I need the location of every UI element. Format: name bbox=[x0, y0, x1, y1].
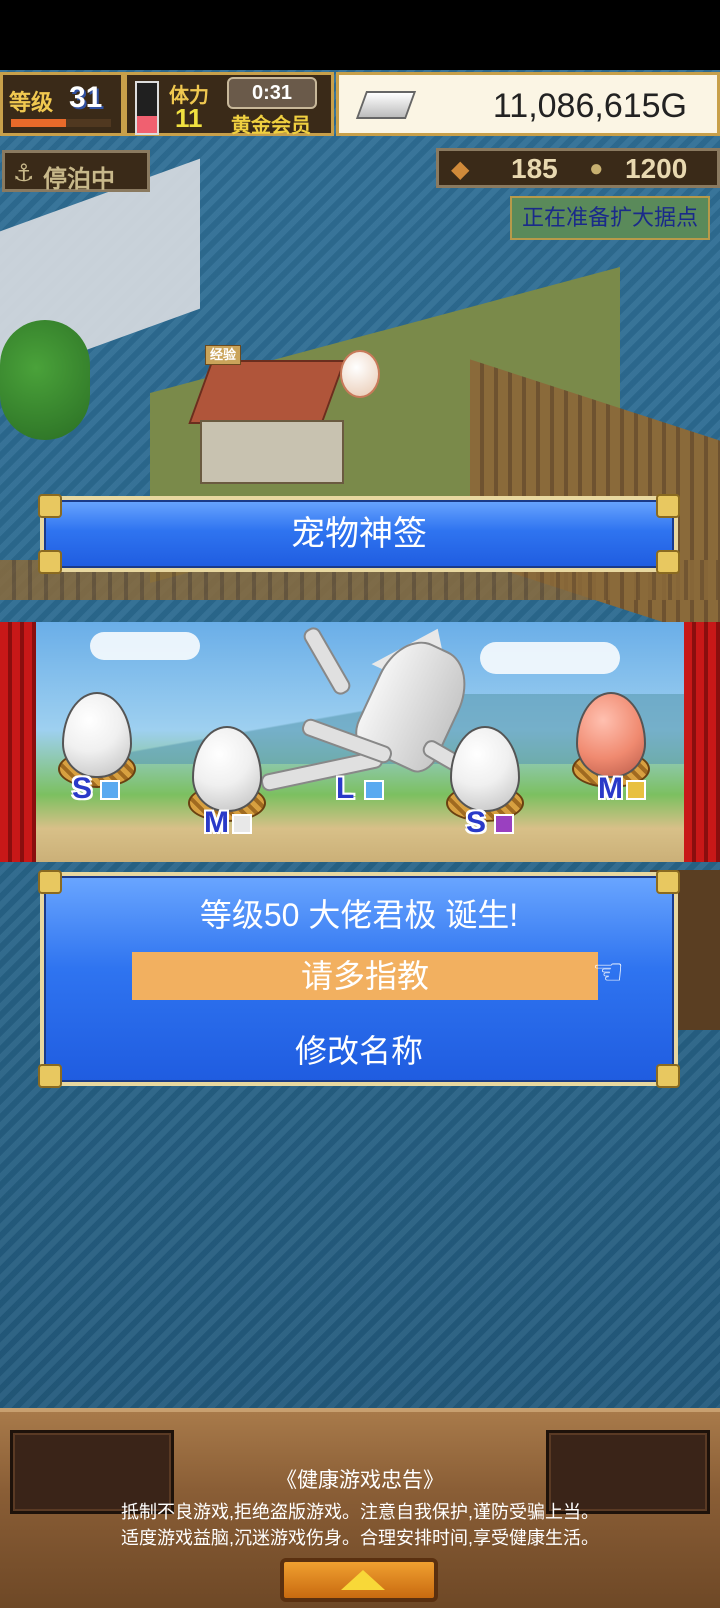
money-value: 11,086,615G bbox=[492, 87, 687, 125]
expand-base-notice[interactable]: 正在准备扩大据点 bbox=[510, 196, 710, 240]
house[interactable] bbox=[200, 420, 344, 484]
anchor-icon: ⚓ bbox=[13, 160, 35, 187]
squid-tentacle bbox=[300, 624, 354, 698]
level-exp-bar bbox=[11, 119, 111, 127]
stamina-value: 11 bbox=[175, 103, 203, 133]
pet-scene: S M L S M bbox=[0, 609, 720, 862]
egg-type-icon bbox=[232, 814, 252, 834]
pointing-hand-icon: ☜ bbox=[592, 951, 625, 992]
moored-status[interactable]: ⚓ 停泊中 bbox=[2, 150, 150, 193]
menu-expand-button[interactable] bbox=[280, 1558, 438, 1602]
level-value: 31 bbox=[69, 81, 103, 114]
membership-badge: 黄金会员 bbox=[231, 115, 311, 137]
health-advisory-line-2: 适度游戏益脑,沉迷游戏伤身。合理安排时间,享受健康生活。 bbox=[121, 1528, 599, 1548]
coin-icon: ● bbox=[589, 155, 604, 182]
egg-size-label: S bbox=[466, 806, 487, 839]
cloud bbox=[90, 632, 200, 660]
egg-size-label: S bbox=[72, 772, 93, 805]
level-exp-fill bbox=[11, 119, 66, 127]
egg-type-icon bbox=[626, 780, 646, 800]
house-roof[interactable] bbox=[188, 360, 346, 424]
tree bbox=[0, 320, 90, 440]
food-icon: ◆ bbox=[451, 156, 470, 183]
stamina-panel: 体力 11 0:31 黄金会员 bbox=[124, 72, 334, 137]
stamina-timer: 0:31 bbox=[227, 77, 317, 109]
stamina-gauge-fill bbox=[137, 115, 157, 133]
egg-type-icon bbox=[100, 780, 120, 800]
level-panel: 等级 31 bbox=[0, 72, 124, 136]
resource-bar: ◆ 185 ● 1200 bbox=[436, 148, 720, 188]
health-advisory-title: 《健康游戏忠告》 bbox=[276, 1469, 444, 1492]
level-label: 等级 bbox=[9, 90, 54, 115]
egg-size-label: L bbox=[336, 772, 355, 805]
health-advisory-line-1: 抵制不良游戏,拒绝盗版游戏。注意自我保护,谨防受骗上当。 bbox=[121, 1502, 599, 1522]
result-message: 等级50 大佬君极 诞生! bbox=[199, 897, 519, 933]
money-panel: 11,086,615G bbox=[336, 72, 720, 136]
map-egg-icon[interactable] bbox=[340, 350, 380, 398]
bottom-frame: 《健康游戏忠告》 抵制不良游戏,拒绝盗版游戏。注意自我保护,谨防受骗上当。 适度… bbox=[0, 1408, 720, 1608]
moored-label: 停泊中 bbox=[43, 166, 115, 193]
dialog-title: 宠物神签 bbox=[291, 515, 427, 553]
exp-tag: 经验 bbox=[205, 345, 242, 365]
egg-size-label: M bbox=[204, 806, 229, 839]
curtain-right bbox=[684, 622, 720, 862]
silver-ingot-icon bbox=[355, 91, 417, 119]
cloud bbox=[480, 642, 620, 674]
triangle-up-icon bbox=[341, 1570, 385, 1590]
egg-type-icon bbox=[364, 780, 384, 800]
egg-type-icon bbox=[494, 814, 514, 834]
stamina-gauge bbox=[135, 81, 159, 135]
curtain-left bbox=[0, 622, 36, 862]
rename-option-button[interactable]: 修改名称 bbox=[44, 1026, 674, 1072]
dialog-title-box: 宠物神签 bbox=[38, 494, 680, 574]
resource-1-value: 185 bbox=[511, 153, 558, 184]
resource-2-value: 1200 bbox=[625, 153, 688, 184]
greet-option-button[interactable]: 请多指教 bbox=[132, 952, 598, 1000]
egg-size-label: M bbox=[598, 772, 623, 805]
result-dialog: 等级50 大佬君极 诞生! 请多指教 ☜ 修改名称 bbox=[38, 870, 680, 1088]
